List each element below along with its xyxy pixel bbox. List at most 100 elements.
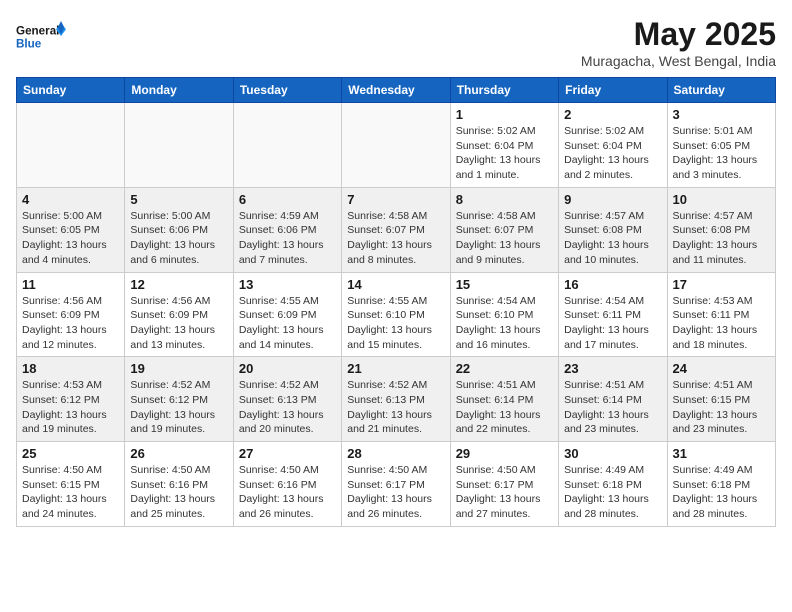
day-number: 6: [239, 192, 336, 207]
calendar-cell: 12 Sunrise: 4:56 AM Sunset: 6:09 PM Dayli…: [125, 272, 233, 357]
calendar-cell: 10 Sunrise: 4:57 AM Sunset: 6:08 PM Dayli…: [667, 187, 775, 272]
calendar-cell: 22Sunrise: 4:51 AM Sunset: 6:14 PM Dayli…: [450, 357, 558, 442]
calendar-table: SundayMondayTuesdayWednesdayThursdayFrid…: [16, 77, 776, 527]
day-info: Sunrise: 4:55 AM Sunset: 6:10 PM Dayligh…: [347, 294, 444, 353]
calendar-cell: 13 Sunrise: 4:55 AM Sunset: 6:09 PM Dayli…: [233, 272, 341, 357]
day-number: 8: [456, 192, 553, 207]
calendar-cell: 6Sunrise: 4:59 AM Sunset: 6:06 PM Daylig…: [233, 187, 341, 272]
day-number: 13: [239, 277, 336, 292]
calendar-cell: [342, 103, 450, 188]
svg-text:General: General: [16, 24, 59, 37]
day-number: 29: [456, 446, 553, 461]
calendar-cell: 16Sunrise: 4:54 AM Sunset: 6:11 PM Dayli…: [559, 272, 667, 357]
day-number: 17: [673, 277, 770, 292]
calendar-cell: 28Sunrise: 4:50 AM Sunset: 6:17 PM Dayli…: [342, 442, 450, 527]
month-title: May 2025: [581, 16, 776, 53]
logo: General Blue: [16, 16, 66, 56]
day-info: Sunrise: 4:58 AM Sunset: 6:07 PM Dayligh…: [347, 209, 444, 268]
calendar-week-row: 11 Sunrise: 4:56 AM Sunset: 6:09 PM Dayli…: [17, 272, 776, 357]
logo-icon: General Blue: [16, 16, 66, 56]
day-number: 7: [347, 192, 444, 207]
calendar-week-row: 18 Sunrise: 4:53 AM Sunset: 6:12 PM Dayli…: [17, 357, 776, 442]
calendar-cell: 24 Sunrise: 4:51 AM Sunset: 6:15 PM Dayli…: [667, 357, 775, 442]
day-info: Sunrise: 4:56 AM Sunset: 6:09 PM Dayligh…: [130, 294, 227, 353]
day-number: 21: [347, 361, 444, 376]
calendar-cell: 26Sunrise: 4:50 AM Sunset: 6:16 PM Dayli…: [125, 442, 233, 527]
day-number: 4: [22, 192, 119, 207]
calendar-cell: 7 Sunrise: 4:58 AM Sunset: 6:07 PM Daylig…: [342, 187, 450, 272]
calendar-cell: 27 Sunrise: 4:50 AM Sunset: 6:16 PM Dayli…: [233, 442, 341, 527]
calendar-cell: 5 Sunrise: 5:00 AM Sunset: 6:06 PM Daylig…: [125, 187, 233, 272]
day-number: 30: [564, 446, 661, 461]
day-info: Sunrise: 4:50 AM Sunset: 6:17 PM Dayligh…: [347, 463, 444, 522]
calendar-cell: 30 Sunrise: 4:49 AM Sunset: 6:18 PM Dayli…: [559, 442, 667, 527]
calendar-week-row: 25 Sunrise: 4:50 AM Sunset: 6:15 PM Dayli…: [17, 442, 776, 527]
calendar-day-header: Friday: [559, 78, 667, 103]
day-number: 12: [130, 277, 227, 292]
location: Muragacha, West Bengal, India: [581, 53, 776, 69]
day-number: 31: [673, 446, 770, 461]
calendar-day-header: Thursday: [450, 78, 558, 103]
day-info: Sunrise: 4:57 AM Sunset: 6:08 PM Dayligh…: [564, 209, 661, 268]
day-number: 3: [673, 107, 770, 122]
day-info: Sunrise: 4:56 AM Sunset: 6:09 PM Dayligh…: [22, 294, 119, 353]
day-number: 10: [673, 192, 770, 207]
day-info: Sunrise: 5:01 AM Sunset: 6:05 PM Dayligh…: [673, 124, 770, 183]
calendar-cell: 25 Sunrise: 4:50 AM Sunset: 6:15 PM Dayli…: [17, 442, 125, 527]
page-header: General Blue May 2025 Muragacha, West Be…: [16, 16, 776, 69]
day-number: 27: [239, 446, 336, 461]
day-info: Sunrise: 4:50 AM Sunset: 6:15 PM Dayligh…: [22, 463, 119, 522]
calendar-cell: 19Sunrise: 4:52 AM Sunset: 6:12 PM Dayli…: [125, 357, 233, 442]
calendar-cell: 4Sunrise: 5:00 AM Sunset: 6:05 PM Daylig…: [17, 187, 125, 272]
calendar-cell: 11 Sunrise: 4:56 AM Sunset: 6:09 PM Dayli…: [17, 272, 125, 357]
day-number: 15: [456, 277, 553, 292]
day-number: 24: [673, 361, 770, 376]
calendar-cell: [17, 103, 125, 188]
calendar-cell: [233, 103, 341, 188]
day-info: Sunrise: 5:02 AM Sunset: 6:04 PM Dayligh…: [456, 124, 553, 183]
day-info: Sunrise: 5:00 AM Sunset: 6:06 PM Dayligh…: [130, 209, 227, 268]
day-info: Sunrise: 4:53 AM Sunset: 6:11 PM Dayligh…: [673, 294, 770, 353]
day-info: Sunrise: 4:58 AM Sunset: 6:07 PM Dayligh…: [456, 209, 553, 268]
day-info: Sunrise: 4:52 AM Sunset: 6:12 PM Dayligh…: [130, 378, 227, 437]
day-number: 20: [239, 361, 336, 376]
title-block: May 2025 Muragacha, West Bengal, India: [581, 16, 776, 69]
calendar-day-header: Tuesday: [233, 78, 341, 103]
day-number: 11: [22, 277, 119, 292]
calendar-cell: 21Sunrise: 4:52 AM Sunset: 6:13 PM Dayli…: [342, 357, 450, 442]
calendar-week-row: 4Sunrise: 5:00 AM Sunset: 6:05 PM Daylig…: [17, 187, 776, 272]
day-number: 1: [456, 107, 553, 122]
day-number: 23: [564, 361, 661, 376]
day-info: Sunrise: 4:49 AM Sunset: 6:18 PM Dayligh…: [564, 463, 661, 522]
calendar-cell: 23 Sunrise: 4:51 AM Sunset: 6:14 PM Dayli…: [559, 357, 667, 442]
day-number: 16: [564, 277, 661, 292]
calendar-cell: 14 Sunrise: 4:55 AM Sunset: 6:10 PM Dayli…: [342, 272, 450, 357]
day-number: 14: [347, 277, 444, 292]
day-info: Sunrise: 4:57 AM Sunset: 6:08 PM Dayligh…: [673, 209, 770, 268]
calendar-cell: 1 Sunrise: 5:02 AM Sunset: 6:04 PM Daylig…: [450, 103, 558, 188]
day-info: Sunrise: 4:51 AM Sunset: 6:15 PM Dayligh…: [673, 378, 770, 437]
day-info: Sunrise: 4:49 AM Sunset: 6:18 PM Dayligh…: [673, 463, 770, 522]
day-info: Sunrise: 4:54 AM Sunset: 6:10 PM Dayligh…: [456, 294, 553, 353]
day-number: 25: [22, 446, 119, 461]
calendar-cell: 9Sunrise: 4:57 AM Sunset: 6:08 PM Daylig…: [559, 187, 667, 272]
day-number: 18: [22, 361, 119, 376]
calendar-cell: 8 Sunrise: 4:58 AM Sunset: 6:07 PM Daylig…: [450, 187, 558, 272]
day-number: 5: [130, 192, 227, 207]
day-info: Sunrise: 4:50 AM Sunset: 6:16 PM Dayligh…: [130, 463, 227, 522]
calendar-cell: 31 Sunrise: 4:49 AM Sunset: 6:18 PM Dayli…: [667, 442, 775, 527]
day-number: 2: [564, 107, 661, 122]
calendar-day-header: Sunday: [17, 78, 125, 103]
day-info: Sunrise: 4:55 AM Sunset: 6:09 PM Dayligh…: [239, 294, 336, 353]
calendar-cell: 15 Sunrise: 4:54 AM Sunset: 6:10 PM Dayli…: [450, 272, 558, 357]
day-info: Sunrise: 4:51 AM Sunset: 6:14 PM Dayligh…: [564, 378, 661, 437]
calendar-cell: 17 Sunrise: 4:53 AM Sunset: 6:11 PM Dayli…: [667, 272, 775, 357]
calendar-cell: 20 Sunrise: 4:52 AM Sunset: 6:13 PM Dayli…: [233, 357, 341, 442]
calendar-header-row: SundayMondayTuesdayWednesdayThursdayFrid…: [17, 78, 776, 103]
day-info: Sunrise: 4:53 AM Sunset: 6:12 PM Dayligh…: [22, 378, 119, 437]
day-number: 22: [456, 361, 553, 376]
day-info: Sunrise: 4:52 AM Sunset: 6:13 PM Dayligh…: [239, 378, 336, 437]
day-info: Sunrise: 4:50 AM Sunset: 6:17 PM Dayligh…: [456, 463, 553, 522]
day-info: Sunrise: 4:50 AM Sunset: 6:16 PM Dayligh…: [239, 463, 336, 522]
calendar-cell: 18 Sunrise: 4:53 AM Sunset: 6:12 PM Dayli…: [17, 357, 125, 442]
